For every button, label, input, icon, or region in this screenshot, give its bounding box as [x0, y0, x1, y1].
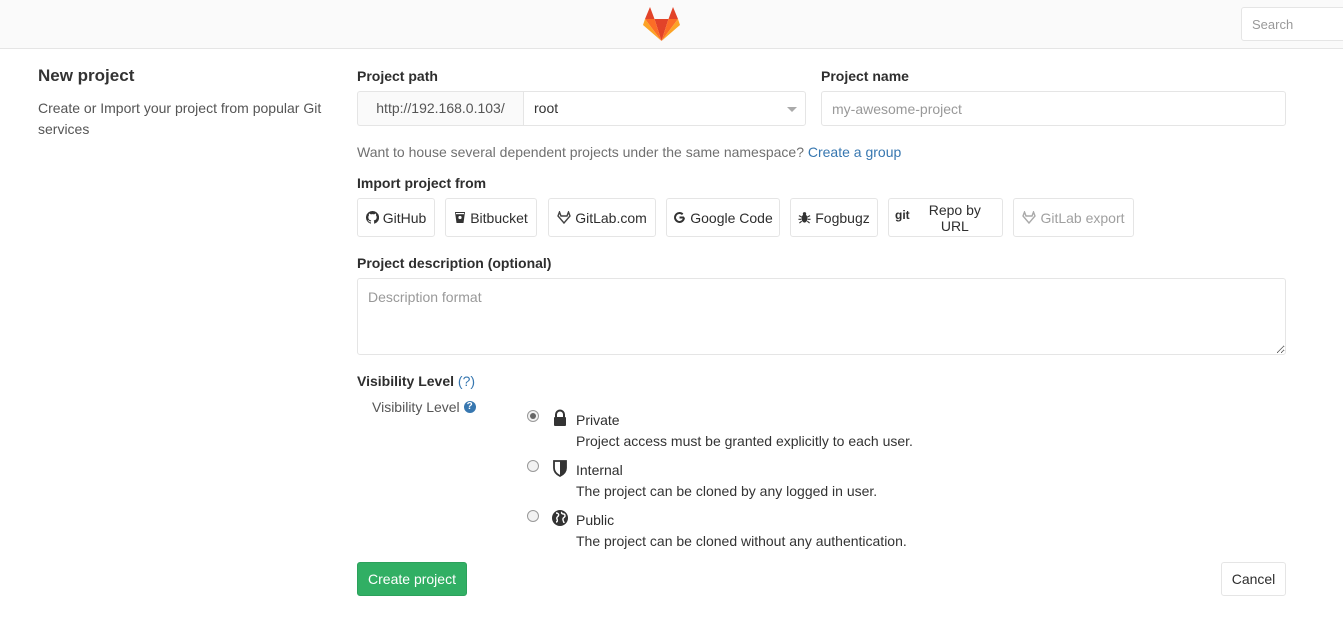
group-hint-text: Want to house several dependent projects…: [357, 144, 804, 160]
namespace-value: root: [534, 100, 559, 116]
project-name-label: Project name: [821, 68, 909, 84]
import-fogbugz-label: Fogbugz: [815, 209, 870, 226]
project-name-input[interactable]: [821, 91, 1286, 126]
project-path-label: Project path: [357, 68, 438, 84]
description-textarea[interactable]: [357, 278, 1286, 355]
import-repo-by-url-button[interactable]: git Repo by URL: [888, 198, 1003, 237]
visibility-sub-label-text: Visibility Level: [372, 399, 460, 415]
visibility-private-radio[interactable]: [527, 410, 539, 422]
group-hint: Want to house several dependent projects…: [357, 144, 901, 160]
import-gitlab-com-label: GitLab.com: [575, 209, 647, 226]
search-input[interactable]: [1241, 7, 1343, 41]
visibility-public-radio[interactable]: [527, 510, 539, 522]
visibility-private-title: Private: [576, 412, 620, 428]
visibility-internal-radio[interactable]: [527, 460, 539, 472]
path-prefix: http://192.168.0.103/: [357, 91, 523, 126]
bug-icon: [798, 212, 811, 224]
visibility-public-desc: The project can be cloned without any au…: [576, 533, 907, 549]
top-header: [0, 0, 1343, 49]
globe-icon: [552, 510, 568, 526]
import-gitlab-export-button[interactable]: GitLab export: [1013, 198, 1134, 237]
import-gitlab-com-button[interactable]: GitLab.com: [548, 198, 656, 237]
visibility-public-title: Public: [576, 512, 615, 528]
git-icon: git: [895, 207, 910, 222]
import-github-label: GitHub: [382, 209, 427, 226]
lock-icon: [554, 409, 566, 426]
visibility-private-desc: Project access must be granted explicitl…: [576, 433, 913, 449]
visibility-label: Visibility Level (?): [357, 373, 475, 389]
bitbucket-icon: [455, 212, 466, 223]
gitlab-icon: [1022, 211, 1037, 224]
description-label: Project description (optional): [357, 255, 552, 271]
chevron-down-icon: [787, 107, 797, 112]
import-bitbucket-label: Bitbucket: [470, 209, 528, 226]
page-title: New project: [38, 66, 135, 85]
visibility-label-text: Visibility Level: [357, 373, 455, 389]
visibility-sub-label: Visibility Level ?: [372, 399, 476, 415]
import-fogbugz-button[interactable]: Fogbugz: [790, 198, 878, 237]
visibility-help-link[interactable]: (?): [458, 373, 475, 389]
visibility-internal-desc: The project can be cloned by any logged …: [576, 483, 878, 499]
question-icon[interactable]: ?: [463, 401, 476, 413]
gitlab-logo-icon[interactable]: [643, 6, 680, 42]
cancel-button[interactable]: Cancel: [1221, 562, 1286, 596]
github-icon: [365, 211, 379, 224]
namespace-select[interactable]: root: [523, 91, 806, 126]
import-label: Import project from: [357, 175, 487, 191]
import-bitbucket-button[interactable]: Bitbucket: [445, 198, 537, 237]
gitlab-icon: [557, 211, 572, 224]
project-path-group: http://192.168.0.103/ root: [357, 91, 806, 126]
import-repo-by-url-label: Repo by URL: [928, 201, 981, 234]
import-google-code-button[interactable]: Google Code: [666, 198, 780, 237]
import-github-button[interactable]: GitHub: [357, 198, 435, 237]
create-project-button[interactable]: Create project: [357, 562, 467, 596]
google-icon: [674, 212, 686, 223]
import-gitlab-export-label: GitLab export: [1040, 209, 1125, 226]
visibility-internal-title: Internal: [576, 462, 623, 478]
create-group-link[interactable]: Create a group: [808, 144, 901, 160]
page-description: Create or Import your project from popul…: [38, 100, 322, 137]
import-google-code-label: Google Code: [690, 209, 773, 226]
shield-icon: [553, 460, 567, 477]
